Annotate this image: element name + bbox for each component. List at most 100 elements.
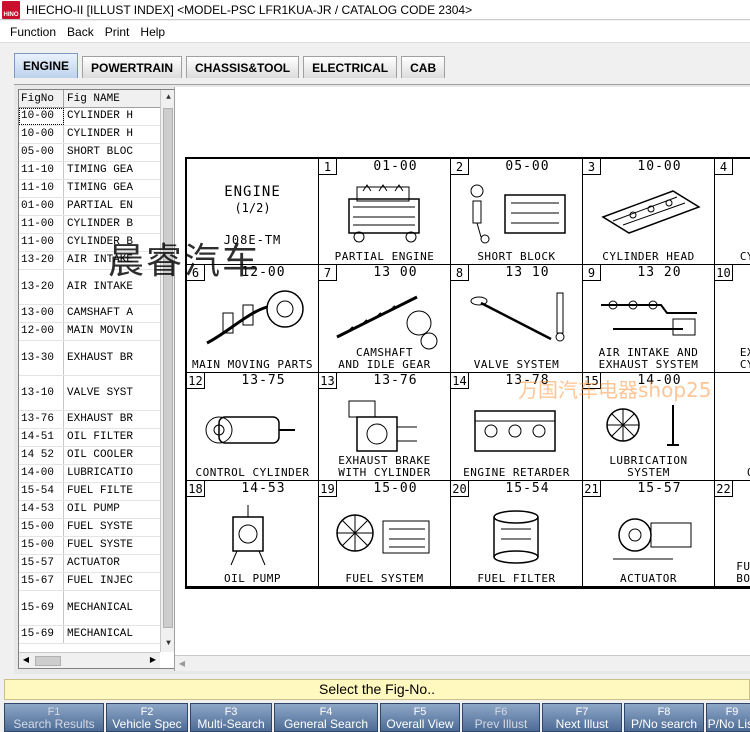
- menu-function[interactable]: Function: [0, 25, 62, 39]
- illustration-cell[interactable]: 4 CYL: [715, 159, 750, 265]
- table-row[interactable]: 13-00 CAMSHAFT A: [19, 305, 160, 323]
- illustration-horizontal-scrollbar[interactable]: ◀: [175, 655, 750, 671]
- table-row[interactable]: 15-67 FUEL INJEC: [19, 573, 160, 591]
- fig-name-cell: MAIN MOVIN: [67, 325, 134, 337]
- illustration-cell[interactable]: 7 13 00 CAMSHAFT AND IDLE GEAR: [319, 265, 451, 373]
- table-row[interactable]: 15-00 FUEL SYSTE: [19, 537, 160, 555]
- table-row[interactable]: 10-00 CYLINDER H: [19, 126, 160, 144]
- fig-number-cell: 15-57: [19, 555, 64, 572]
- illustration-cell[interactable]: 3 10-00 CYLINDER HEAD: [583, 159, 715, 265]
- fkey-f5-overall-view-button[interactable]: F5 Overall View: [380, 703, 460, 732]
- part-illustration-icon: [601, 300, 697, 336]
- part-illustration-icon: [348, 400, 417, 452]
- cell-fig-name: FUEL SYSTEM: [345, 572, 424, 585]
- tab-powertrain[interactable]: POWERTRAIN: [82, 56, 183, 78]
- watermark-text: 晨睿汽车: [108, 241, 261, 282]
- menu-help[interactable]: Help: [135, 25, 171, 39]
- table-row[interactable]: 13-30 EXHAUST BR: [19, 341, 160, 376]
- table-row[interactable]: 01-00 PARTIAL EN: [19, 198, 160, 216]
- menu-bar: Function Back Print Help: [0, 21, 750, 43]
- fkey-f6-prev-illust-button[interactable]: F6 Prev Illust: [462, 703, 540, 732]
- table-row[interactable]: 13-76 EXHAUST BR: [19, 411, 160, 429]
- fkey-f7-next-illust-button[interactable]: F7 Next Illust: [542, 703, 622, 732]
- scroll-left-arrow-icon[interactable]: ◀: [175, 656, 189, 671]
- illustration-cell[interactable]: 2 05-00 SHORT BLOCK: [451, 159, 583, 265]
- tab-cab[interactable]: CAB: [401, 56, 446, 78]
- table-row[interactable]: 05-00 SHORT BLOC: [19, 144, 160, 162]
- table-row[interactable]: 13-10 VALVE SYST: [19, 376, 160, 411]
- fig-list-vertical-scrollbar[interactable]: ▲ ▼: [160, 90, 175, 652]
- fkey-f2-vehicle-spec-button[interactable]: F2 Vehicle Spec: [106, 703, 188, 732]
- illustration-cell[interactable]: 13 13-76 EXHAUST BRAKE WITH CYLINDER: [319, 373, 451, 481]
- scroll-thumb-horizontal[interactable]: [35, 656, 61, 666]
- table-row[interactable]: 15-69 MECHANICAL: [19, 591, 160, 626]
- fig-number-cell: 10-00: [19, 126, 64, 143]
- cell-number: 14: [451, 373, 469, 389]
- fkey-f4-general-search-button[interactable]: F4 General Search: [274, 703, 378, 732]
- fig-list-rows: 10-00 CYLINDER H 10-00 CYLINDER H 05-00 SHORT…: [19, 108, 160, 644]
- menu-print[interactable]: Print: [100, 25, 136, 39]
- table-row[interactable]: 15-69 MECHANICAL: [19, 626, 160, 644]
- table-row[interactable]: 15-57 ACTUATOR: [19, 555, 160, 573]
- fig-name-cell: CYLINDER B: [67, 218, 134, 230]
- table-row[interactable]: 15-54 FUEL FILTE: [19, 483, 160, 501]
- table-row[interactable]: 11-10 TIMING GEA: [19, 162, 160, 180]
- cell-fig-name: CAMSHAFT AND IDLE GEAR: [338, 346, 431, 371]
- column-header-figno[interactable]: FigNo: [19, 90, 64, 107]
- category-tab-strip: ENGINE POWERTRAIN CHASSIS&TOOL ELECTRICAL CA…: [0, 44, 750, 84]
- fig-name-cell: OIL FILTER: [67, 431, 134, 443]
- tab-engine[interactable]: ENGINE: [14, 53, 79, 78]
- menu-back[interactable]: Back: [62, 25, 100, 39]
- table-row[interactable]: 10-00 CYLINDER H: [19, 108, 160, 126]
- scroll-thumb[interactable]: [163, 108, 173, 628]
- illustration-cell[interactable]: O: [715, 373, 750, 481]
- fig-number-cell: 11-00: [19, 234, 64, 251]
- illustration-cell[interactable]: 20 15-54 FUEL FILTER: [451, 481, 583, 587]
- cell-number: 21: [583, 481, 601, 497]
- illustration-cell[interactable]: 18 14-53 OIL PUMP: [187, 481, 319, 587]
- table-row[interactable]: 12-00 MAIN MOVIN: [19, 323, 160, 341]
- illustration-cell[interactable]: 12 13-75 CONTROL CYLINDER: [187, 373, 319, 481]
- tab-electrical[interactable]: ELECTRICAL: [303, 56, 398, 78]
- fkey-f8-p-no-search-button[interactable]: F8 P/No search: [624, 703, 704, 732]
- fig-name-cell: OIL PUMP: [67, 503, 120, 515]
- cell-fig-name: MAIN MOVING PARTS: [191, 358, 314, 371]
- scroll-right-arrow-icon[interactable]: ▶: [146, 653, 160, 668]
- fkey-f3-multi-search-button[interactable]: F3 Multi-Search: [190, 703, 272, 732]
- cell-fig-name: EXHCYL: [739, 346, 750, 371]
- fkey-label: Search Results: [13, 717, 95, 731]
- fkey-f9-p-no-list-button[interactable]: F9P/No List: [706, 703, 750, 732]
- fig-number-cell: 11-10: [19, 180, 64, 197]
- fig-name-cell: SHORT BLOC: [67, 146, 134, 158]
- fig-number-cell: 14-53: [19, 501, 64, 518]
- illustration-cell[interactable]: 9 13 20 AIR INTAKE AND EXHAUST SYSTEM: [583, 265, 715, 373]
- table-row[interactable]: 14-00 LUBRICATIO: [19, 465, 160, 483]
- illustration-cell[interactable]: 21 15-57 ACTUATOR: [583, 481, 715, 587]
- table-row[interactable]: 11-10 TIMING GEA: [19, 180, 160, 198]
- part-illustration-icon: [336, 295, 438, 350]
- illustration-cell[interactable]: 8 13 10 VALVE SYSTEM: [451, 265, 583, 373]
- fig-name-cell: EXHAUST BR: [67, 352, 134, 364]
- cell-number: 18: [187, 481, 205, 497]
- part-illustration-icon: [470, 184, 566, 244]
- fig-list-horizontal-scrollbar[interactable]: ◀ ▶: [19, 652, 160, 668]
- tab-chassis-tool[interactable]: CHASSIS&TOOL: [186, 56, 300, 78]
- table-row[interactable]: 15-00 FUEL SYSTE: [19, 519, 160, 537]
- illustration-cell[interactable]: 10 EXHCYL: [715, 265, 750, 373]
- illustration-cell[interactable]: 22 FUELBODY: [715, 481, 750, 587]
- cell-number: 8: [451, 265, 469, 281]
- cell-fig-name: CYLINDER HEAD: [602, 250, 695, 263]
- table-row[interactable]: 14-51 OIL FILTER: [19, 429, 160, 447]
- scroll-left-arrow-icon[interactable]: ◀: [19, 653, 33, 668]
- column-header-figname[interactable]: Fig NAME: [64, 90, 160, 107]
- fkey-f1-search-results-button[interactable]: F1 Search Results: [4, 703, 104, 732]
- illustration-cell[interactable]: 1 01-00 PARTIAL ENGINE: [319, 159, 451, 265]
- table-row[interactable]: 14-53 OIL PUMP: [19, 501, 160, 519]
- hino-logo-icon: HINO: [2, 0, 20, 19]
- illustration-cell[interactable]: 19 15-00 FUEL SYSTEM: [319, 481, 451, 587]
- table-row[interactable]: 14 52 OIL COOLER: [19, 447, 160, 465]
- part-illustration-icon: [206, 290, 304, 345]
- fig-name-cell: EXHAUST BR: [67, 413, 134, 425]
- fig-name-cell: VALVE SYST: [67, 387, 134, 399]
- fig-number-cell: 13-76: [19, 411, 64, 428]
